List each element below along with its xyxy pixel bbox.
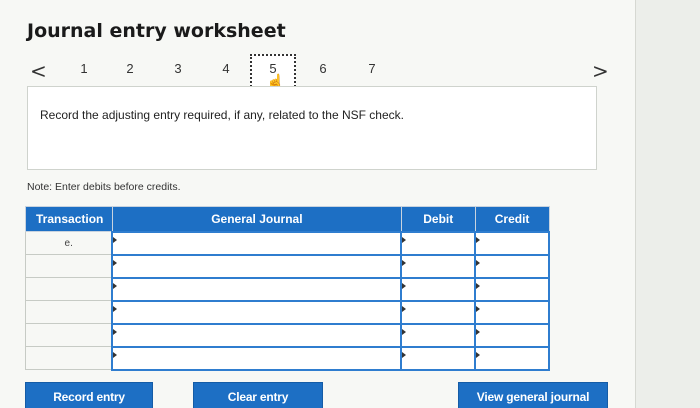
instruction-box: Record the adjusting entry required, if … <box>27 86 597 170</box>
page-title: Journal entry worksheet <box>27 20 286 42</box>
next-page-icon[interactable]: > <box>592 59 609 83</box>
table-row <box>25 299 550 325</box>
transaction-cell <box>25 277 113 301</box>
view-general-journal-button[interactable]: View general journal <box>458 382 608 408</box>
debit-field[interactable] <box>400 276 477 302</box>
page-link-3[interactable]: 3 <box>168 61 188 76</box>
note-text: Note: Enter debits before credits. <box>27 181 181 193</box>
journal-table: Transaction General Journal Debit Credit… <box>25 206 550 371</box>
account-field[interactable] <box>111 322 403 348</box>
transaction-cell <box>25 323 113 347</box>
debit-field[interactable] <box>400 230 477 256</box>
debit-field[interactable] <box>400 299 477 325</box>
credit-field[interactable] <box>474 230 550 256</box>
worksheet-panel: Journal entry worksheet < 1 2 3 4 5 ☝ 6 … <box>0 0 636 408</box>
transaction-cell <box>25 300 113 324</box>
account-field[interactable] <box>111 253 403 279</box>
transaction-cell <box>25 346 113 370</box>
column-header-general-journal: General Journal <box>111 206 402 232</box>
page-link-4[interactable]: 4 <box>216 61 236 76</box>
debit-field[interactable] <box>400 345 477 371</box>
table-row <box>25 276 550 302</box>
record-entry-button[interactable]: Record entry <box>25 382 153 408</box>
table-row <box>25 253 550 279</box>
previous-page-icon[interactable]: < <box>30 59 47 83</box>
table-row: e. <box>25 230 550 256</box>
credit-field[interactable] <box>474 276 550 302</box>
column-header-credit: Credit <box>474 206 550 232</box>
account-field[interactable] <box>111 345 403 371</box>
account-field[interactable] <box>111 276 403 302</box>
table-row <box>25 345 550 371</box>
credit-field[interactable] <box>474 253 550 279</box>
column-header-transaction: Transaction <box>25 206 113 232</box>
page-link-2[interactable]: 2 <box>120 61 140 76</box>
account-field[interactable] <box>111 230 403 256</box>
credit-field[interactable] <box>474 299 550 325</box>
page-link-7[interactable]: 7 <box>362 61 382 76</box>
debit-field[interactable] <box>400 253 477 279</box>
credit-field[interactable] <box>474 345 550 371</box>
table-row <box>25 322 550 348</box>
credit-field[interactable] <box>474 322 550 348</box>
clear-entry-button[interactable]: Clear entry <box>193 382 323 408</box>
table-header-row: Transaction General Journal Debit Credit <box>25 206 550 232</box>
column-header-debit: Debit <box>400 206 476 232</box>
transaction-cell <box>25 254 113 278</box>
instruction-text: Record the adjusting entry required, if … <box>40 108 404 122</box>
page-link-1[interactable]: 1 <box>74 61 94 76</box>
page-link-6[interactable]: 6 <box>313 61 333 76</box>
debit-field[interactable] <box>400 322 477 348</box>
account-field[interactable] <box>111 299 403 325</box>
transaction-cell: e. <box>25 231 113 255</box>
